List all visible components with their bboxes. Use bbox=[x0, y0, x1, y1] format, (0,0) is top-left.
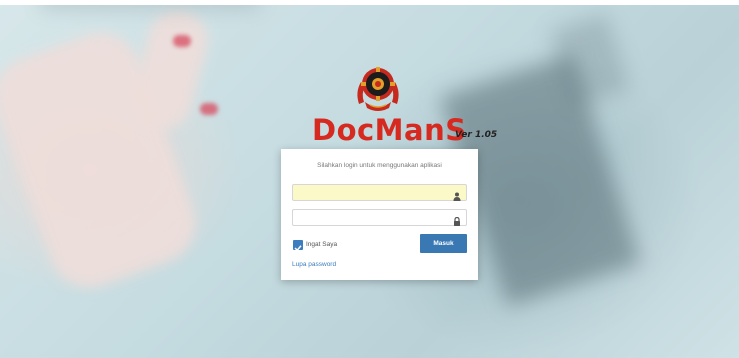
username-input[interactable] bbox=[293, 185, 458, 200]
login-message: Silahkan login untuk menggunakan aplikas… bbox=[317, 162, 442, 169]
app-version: Ver 1.05 bbox=[455, 130, 498, 140]
user-icon bbox=[453, 188, 461, 201]
password-input[interactable] bbox=[293, 210, 458, 225]
app-brand-name: DocManS bbox=[312, 113, 467, 147]
password-field bbox=[292, 209, 467, 226]
remember-label: Ingat Saya bbox=[306, 241, 338, 248]
username-field bbox=[292, 184, 467, 201]
app-logo bbox=[355, 64, 401, 114]
lock-icon bbox=[453, 213, 461, 226]
checkmark-icon bbox=[294, 245, 302, 252]
remember-checkbox[interactable] bbox=[293, 240, 303, 252]
login-button[interactable]: Masuk bbox=[420, 234, 467, 253]
top-strip bbox=[0, 0, 739, 5]
login-card: Silahkan login untuk menggunakan aplikas… bbox=[281, 149, 478, 280]
forgot-password-link[interactable]: Lupa password bbox=[292, 261, 336, 268]
